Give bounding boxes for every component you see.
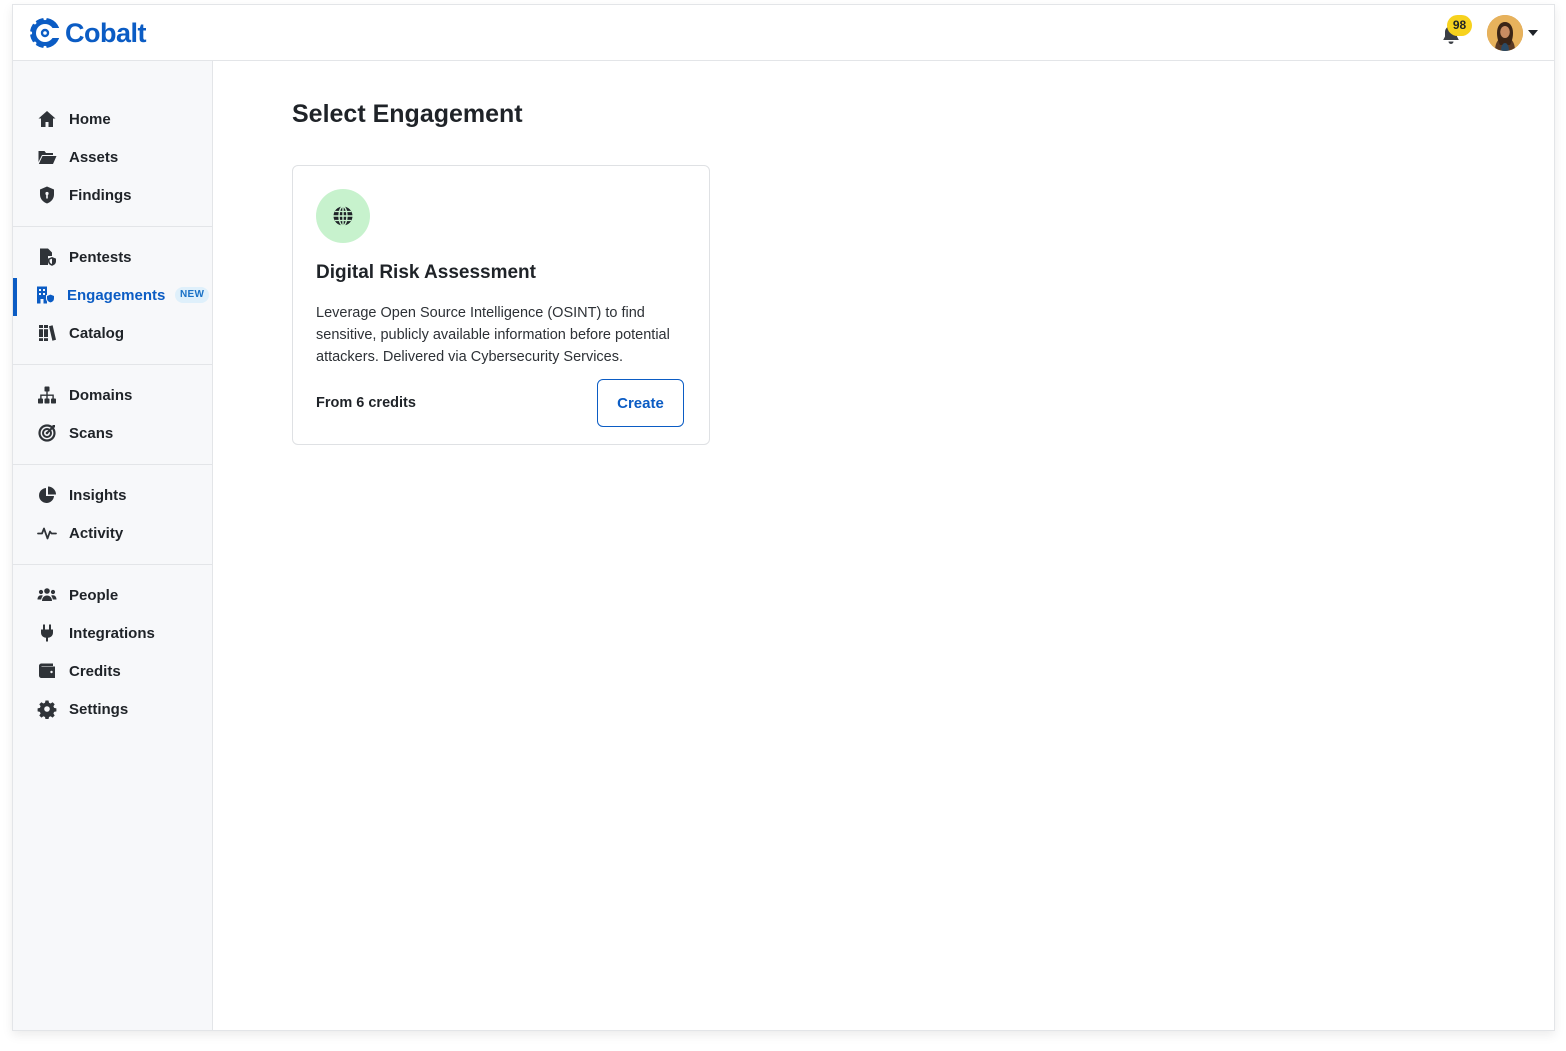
cobalt-logo-icon: [28, 16, 62, 50]
sidebar-item-home[interactable]: Home: [13, 102, 213, 136]
cobalt-logo[interactable]: Cobalt: [28, 13, 147, 53]
sidebar-item-label: Activity: [69, 524, 124, 542]
sidebar-item-people[interactable]: People: [13, 578, 213, 612]
sidebar-item-label: Credits: [69, 662, 121, 680]
sidebar-item-insights[interactable]: Insights: [13, 478, 213, 512]
avatar-portrait-icon: [1487, 15, 1523, 51]
building-shield-icon: [37, 286, 55, 304]
sitemap-icon: [38, 386, 56, 404]
sidebar-divider: [13, 226, 213, 227]
people-icon: [37, 588, 57, 601]
sidebar-divider: [13, 564, 213, 565]
sidebar-item-integrations[interactable]: Integrations: [13, 616, 213, 650]
sidebar-item-label: Assets: [69, 148, 119, 166]
brand-name: Cobalt: [65, 17, 147, 48]
sidebar-item-pentests[interactable]: Pentests: [13, 240, 213, 274]
bullseye-icon: [38, 424, 56, 442]
card-description: Leverage Open Source Intelligence (OSINT…: [316, 305, 670, 365]
file-shield-icon: [40, 248, 56, 266]
engagement-card: Digital Risk Assessment Leverage Open So…: [292, 165, 710, 445]
sidebar-item-label: Pentests: [69, 248, 132, 266]
sidebar-item-label: Catalog: [69, 324, 125, 342]
sidebar-item-label: Findings: [69, 186, 132, 204]
wallet-icon: [39, 663, 55, 678]
gear-icon: [37, 700, 57, 719]
globe-icon: [333, 205, 353, 227]
sidebar-divider: [13, 364, 213, 365]
sidebar-item-findings[interactable]: Findings: [13, 178, 213, 212]
sidebar-item-label: Settings: [69, 700, 129, 718]
card-price: From 6 credits: [316, 395, 416, 411]
sidebar-item-catalog[interactable]: Catalog: [13, 316, 213, 350]
sidebar-item-credits[interactable]: Credits: [13, 654, 213, 688]
user-avatar[interactable]: [1487, 15, 1523, 51]
new-badge: NEW: [175, 287, 210, 303]
pulse-icon: [37, 527, 57, 540]
sidebar-item-label: Integrations: [69, 624, 155, 642]
sidebar-item-scans[interactable]: Scans: [13, 416, 213, 450]
app-window: Cobalt 98 Home Assets Findings Pentests …: [12, 4, 1555, 1031]
sidebar-item-label: People: [69, 586, 119, 604]
create-button[interactable]: Create: [597, 379, 684, 427]
sidebar-item-label: Domains: [69, 386, 133, 404]
pie-chart-icon: [39, 486, 56, 503]
sidebar-item-label: Home: [69, 110, 111, 128]
sidebar-item-engagements[interactable]: Engagements NEW: [13, 278, 213, 316]
sidebar-divider: [13, 464, 213, 465]
sidebar-item-label: Insights: [69, 486, 127, 504]
books-icon: [39, 325, 56, 341]
folder-open-icon: [38, 151, 57, 164]
top-bar: Cobalt 98: [13, 5, 1554, 61]
home-icon: [38, 111, 56, 127]
sidebar-item-assets[interactable]: Assets: [13, 140, 213, 174]
card-icon-circle: [316, 189, 370, 243]
sidebar-item-label: Scans: [69, 424, 114, 442]
notification-count-badge: 98: [1447, 15, 1472, 36]
shield-icon: [40, 186, 54, 204]
sidebar-item-settings[interactable]: Settings: [13, 692, 213, 726]
sidebar-nav: Home Assets Findings Pentests Engagement…: [13, 61, 213, 1030]
sidebar-item-domains[interactable]: Domains: [13, 378, 213, 412]
chevron-down-icon[interactable]: [1527, 28, 1539, 38]
sidebar-item-label: Engagements: [67, 286, 166, 304]
sidebar-item-activity[interactable]: Activity: [13, 516, 213, 550]
plug-icon: [41, 624, 53, 642]
page-title: Select Engagement: [292, 100, 523, 128]
card-title: Digital Risk Assessment: [316, 262, 536, 283]
